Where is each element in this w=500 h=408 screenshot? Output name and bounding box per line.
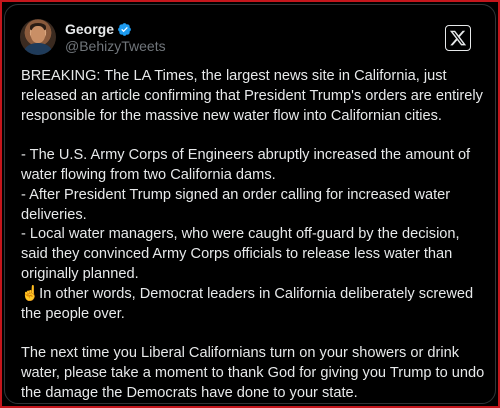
avatar-face: [31, 26, 45, 43]
avatar[interactable]: [20, 19, 56, 55]
author-handle[interactable]: @BehizyTweets: [65, 38, 166, 55]
post-point-3: - Local water managers, who were caught …: [21, 226, 460, 282]
post-point-4: ☝️In other words, Democrat leaders in Ca…: [21, 285, 474, 322]
post-point-2: - After President Trump signed an order …: [21, 186, 451, 223]
author-name-row: George: [65, 20, 132, 38]
post-intro: BREAKING: The LA Times, the largest news…: [21, 68, 483, 124]
post-body: BREAKING: The LA Times, the largest news…: [21, 67, 489, 403]
author-display-name[interactable]: George: [65, 20, 114, 38]
verified-badge-icon: [118, 22, 131, 36]
post-point-1: - The U.S. Army Corps of Engineers abrup…: [21, 147, 471, 183]
screenshot-frame: George @BehizyTweets BREAKING: The LA Ti…: [0, 0, 500, 408]
x-logo-icon[interactable]: [445, 25, 471, 51]
x-logo-glyph-icon: [449, 30, 467, 46]
avatar-shirt: [24, 43, 52, 55]
post-card: George @BehizyTweets BREAKING: The LA Ti…: [4, 4, 496, 404]
post-closing: The next time you Liberal Californians t…: [21, 345, 485, 401]
